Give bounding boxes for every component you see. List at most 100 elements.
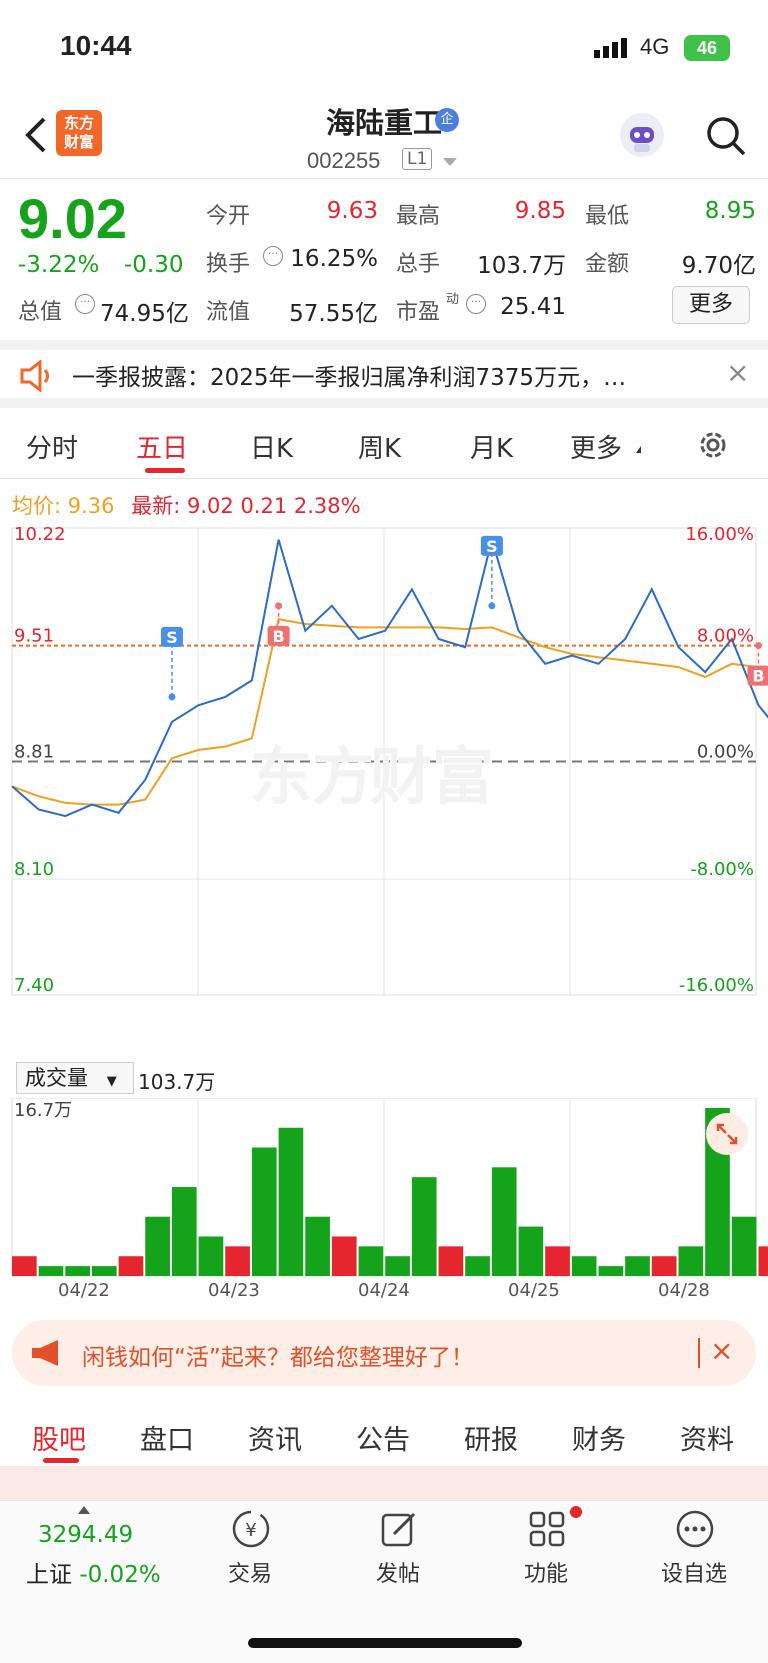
tab-daily-k[interactable]: 日K: [250, 428, 293, 465]
y-tick-left: 9.51: [14, 626, 54, 647]
more-quote-button[interactable]: 更多: [672, 286, 750, 324]
tab-monthly-k[interactable]: 月K: [470, 428, 513, 465]
volume-bar: [438, 1246, 464, 1276]
post-button[interactable]: 发帖: [338, 1556, 458, 1588]
tab-research[interactable]: 研报: [464, 1418, 518, 1457]
volume-bar: [598, 1266, 624, 1276]
search-icon[interactable]: [705, 115, 747, 157]
open-value: 9.63: [326, 198, 378, 224]
trade-icon[interactable]: ¥: [230, 1508, 272, 1550]
volume-bar: [678, 1246, 704, 1276]
chevron-down-icon[interactable]: [443, 158, 457, 166]
tab-indicator: [43, 1458, 79, 1463]
watermark: 财富: [370, 740, 494, 813]
y-tick-left: 10.22: [14, 524, 66, 545]
index-ticker[interactable]: 上证 -0.02%: [26, 1555, 161, 1589]
volume-bar: [731, 1216, 757, 1276]
tab-more[interactable]: 更多: [570, 428, 622, 465]
divider: [698, 1338, 700, 1368]
y-tick-right: -8.00%: [690, 859, 754, 880]
price-change: -0.30: [124, 252, 184, 278]
volume-bar: [38, 1266, 64, 1276]
marker-label: S: [166, 628, 178, 647]
amount-label: 金额: [585, 252, 630, 277]
volume-bar: [198, 1236, 224, 1276]
volume-bar: [625, 1256, 650, 1276]
promo-text[interactable]: 闲钱如何“活”起来？都给您整理好了！: [82, 1338, 474, 1372]
info-dots-icon[interactable]: ···: [75, 294, 95, 314]
float-value-label: 流值: [206, 300, 251, 325]
svg-text:¥: ¥: [245, 1520, 256, 1541]
edit-icon[interactable]: [378, 1508, 420, 1550]
turnover-label: 换手: [206, 252, 251, 277]
price-chart[interactable]: S B S B 10.22 16.00% 9.51 8.00% 8.81 0.00% 8.10 -8…: [0, 520, 768, 1060]
volume-bar: [145, 1216, 170, 1276]
tab-finance[interactable]: 财务: [572, 1418, 626, 1457]
x-tick: 04/22: [58, 1280, 110, 1298]
tab-guba[interactable]: 股吧: [32, 1418, 86, 1457]
turnover-value: 16.25%: [290, 246, 378, 272]
tab-indicator: [145, 468, 185, 473]
pe-label: 市盈: [396, 300, 441, 325]
open-label: 今开: [206, 204, 251, 229]
high-value: 9.85: [514, 198, 566, 224]
volume-label: 总手: [396, 252, 441, 277]
x-tick: 04/24: [358, 1280, 410, 1298]
grid-icon[interactable]: [526, 1508, 568, 1550]
tab-weekly-k[interactable]: 周K: [358, 428, 401, 465]
market-value-label: 总值: [18, 300, 63, 325]
more-dots-icon[interactable]: [674, 1508, 716, 1550]
assistant-robot-icon[interactable]: [620, 113, 664, 157]
volume-bar: [411, 1177, 437, 1276]
notification-dot: [570, 1506, 582, 1518]
expand-icon[interactable]: [706, 1113, 748, 1155]
volume-bar: [385, 1256, 410, 1276]
float-value: 57.55亿: [289, 301, 378, 327]
expand-up-icon[interactable]: [78, 1506, 90, 1514]
low-value: 8.95: [704, 198, 756, 224]
volume-bar: [278, 1127, 304, 1276]
volume-bar: [571, 1256, 597, 1276]
megaphone-icon: [32, 1340, 58, 1366]
home-indicator: [248, 1638, 522, 1648]
volume-bar: [491, 1167, 517, 1276]
tab-news[interactable]: 资讯: [248, 1418, 302, 1457]
watchlist-button[interactable]: 设自选: [634, 1556, 754, 1588]
tab-profile[interactable]: 资料: [680, 1418, 734, 1457]
amount-value: 9.70亿: [681, 253, 756, 279]
close-icon[interactable]: ×: [710, 1334, 733, 1367]
tab-announcements[interactable]: 公告: [356, 1418, 410, 1457]
volume-bar: [118, 1256, 144, 1276]
y-tick-right: 0.00%: [697, 742, 754, 763]
trade-button[interactable]: 交易: [190, 1556, 310, 1588]
news-headline[interactable]: 一季报披露：2025年一季报归属净利润7375万元，…: [72, 358, 702, 392]
tab-intraday[interactable]: 分时: [26, 428, 78, 465]
divider: [0, 478, 768, 479]
volume-bar: [651, 1256, 677, 1276]
pe-superscript: 动: [446, 292, 460, 307]
tab-order-book[interactable]: 盘口: [140, 1418, 194, 1457]
close-icon[interactable]: ×: [726, 356, 749, 389]
gear-icon[interactable]: [696, 428, 730, 462]
x-tick: 04/28: [658, 1280, 710, 1298]
marker-dot: [168, 693, 176, 701]
chart-legend: 均价: 9.36 最新: 9.02 0.21 2.38%: [12, 494, 361, 518]
indicator-selector[interactable]: 成交量 ▼: [16, 1062, 134, 1094]
marker-label: B: [752, 667, 764, 686]
tab-five-day[interactable]: 五日: [136, 428, 188, 465]
volume-bar: [305, 1216, 330, 1276]
index-value[interactable]: 3294.49: [38, 1522, 133, 1548]
volume-bar: [331, 1236, 357, 1276]
signal-icon: [594, 38, 627, 58]
volume-bar: [545, 1246, 570, 1276]
content-peek: [0, 1466, 768, 1502]
network-type: 4G: [640, 34, 670, 59]
marker-dot: [754, 642, 762, 650]
level-badge: L1: [402, 148, 433, 170]
volume-chart[interactable]: 16.7万 04/22 04/23 04/24 04/25 04/28: [0, 1098, 768, 1298]
battery-icon: 46: [684, 35, 730, 61]
x-tick: 04/25: [508, 1280, 560, 1298]
volume-bar: [758, 1246, 768, 1276]
volume-max-label: 16.7万: [14, 1100, 72, 1121]
function-button[interactable]: 功能: [486, 1556, 606, 1588]
